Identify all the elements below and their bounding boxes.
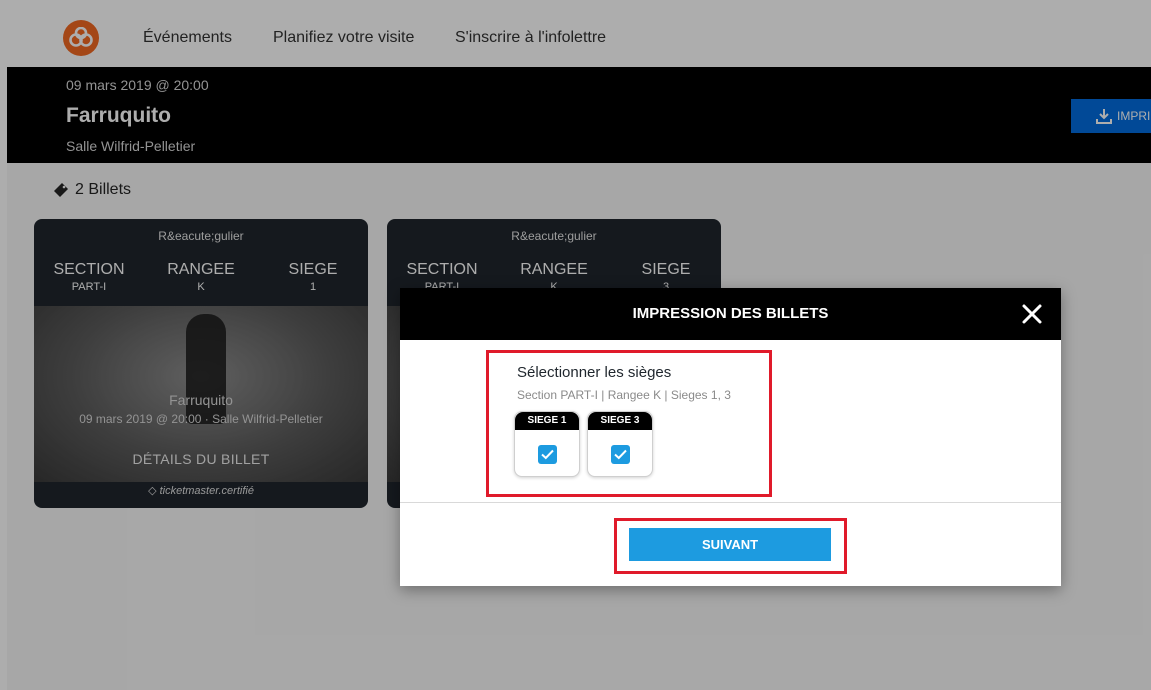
modal-header: IMPRESSION DES BILLETS [400, 288, 1061, 340]
modal-title: IMPRESSION DES BILLETS [632, 305, 829, 322]
highlight-next-button [614, 518, 847, 574]
highlight-seat-selection [486, 350, 772, 497]
modal-divider [400, 502, 1061, 503]
close-icon[interactable] [1017, 299, 1047, 329]
